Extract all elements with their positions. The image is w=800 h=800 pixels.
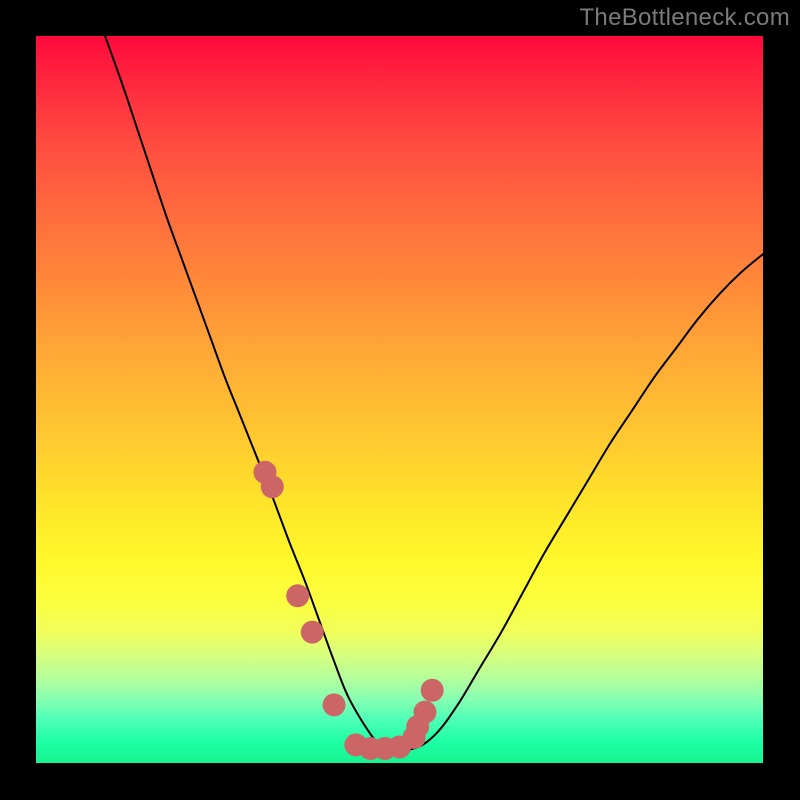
watermark-text: TheBottleneck.com	[579, 4, 790, 32]
highlight-markers-group	[254, 461, 444, 760]
highlight-marker	[413, 701, 436, 724]
black-curve	[105, 36, 763, 750]
highlight-marker	[286, 584, 309, 607]
highlight-marker	[421, 679, 444, 702]
highlight-marker	[323, 693, 346, 716]
chart-frame	[36, 36, 763, 763]
highlight-marker	[301, 621, 324, 644]
chart-svg	[36, 36, 763, 763]
highlight-marker	[261, 475, 284, 498]
